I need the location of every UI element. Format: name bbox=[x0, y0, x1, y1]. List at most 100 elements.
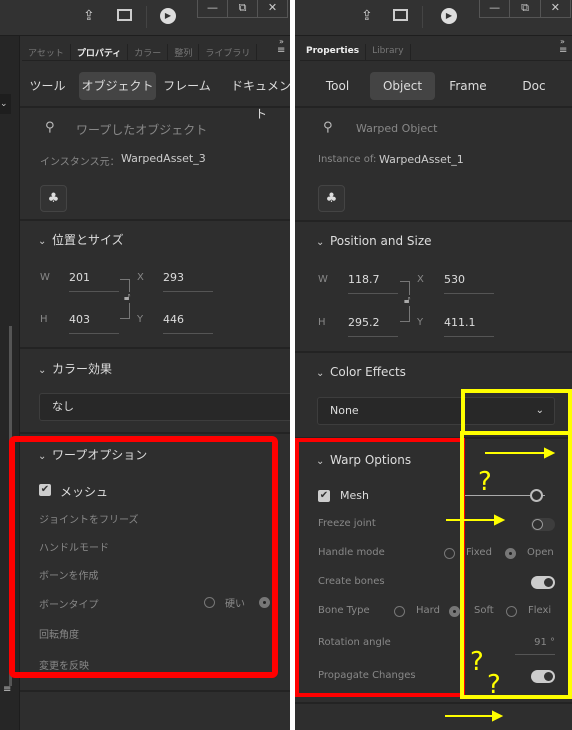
panel-menu-icon[interactable]: ≡ bbox=[277, 45, 285, 56]
restore-button[interactable]: ⧉ bbox=[509, 0, 539, 17]
tab-library[interactable]: ライブラリ bbox=[199, 44, 258, 60]
freeze-joint-toggle[interactable] bbox=[531, 518, 555, 531]
restore-button[interactable]: ⧉ bbox=[227, 0, 257, 17]
create-bones-toggle[interactable] bbox=[531, 576, 555, 589]
section-title: 位置とサイズ bbox=[52, 233, 124, 247]
panel-tabs: アセット プロパティ カラー 整列 ライブラリ bbox=[22, 44, 290, 61]
mesh-checkbox[interactable]: ✔ bbox=[39, 484, 51, 496]
close-button[interactable]: ✕ bbox=[539, 0, 570, 17]
x-label: X bbox=[417, 274, 424, 285]
play-icon[interactable]: ▶ bbox=[160, 8, 176, 24]
tab-assets[interactable]: アセット bbox=[22, 44, 71, 60]
subtab-document[interactable]: ドキュメント bbox=[226, 72, 290, 121]
bone-hard-label: Hard bbox=[416, 605, 440, 616]
color-effects-header[interactable]: ⌄ カラー効果 bbox=[38, 360, 112, 377]
minimize-button[interactable]: — bbox=[198, 0, 227, 17]
x-input[interactable]: 293 bbox=[163, 271, 213, 292]
warped-object-icon: ⚲ bbox=[323, 120, 333, 135]
chevron-down-icon: ⌄ bbox=[38, 451, 47, 462]
divider bbox=[295, 220, 572, 222]
subtab-tool[interactable]: ツール bbox=[25, 72, 70, 100]
lock-icon[interactable]: 🔓︎ bbox=[404, 295, 411, 306]
right-properties-panel-english: ⇪ ▶ — ⧉ ✕ » Properties Library ≡ Tool Ob… bbox=[295, 0, 572, 730]
h-label: H bbox=[40, 314, 48, 325]
propagate-toggle[interactable] bbox=[531, 670, 555, 683]
tab-library[interactable]: Library bbox=[366, 44, 411, 60]
handle-fixed-radio[interactable] bbox=[444, 548, 455, 559]
publish-icon[interactable]: ⇪ bbox=[83, 8, 95, 24]
bone-soft-radio[interactable] bbox=[449, 606, 460, 617]
h-label: H bbox=[318, 317, 326, 328]
chevron-down-icon: ⌄ bbox=[38, 365, 47, 376]
handle-open-label: Open bbox=[527, 547, 554, 558]
subtab-frame[interactable]: Frame bbox=[443, 72, 493, 100]
object-type: ワープしたオブジェクト bbox=[76, 123, 208, 137]
swap-symbol-icon[interactable]: ♣ bbox=[318, 185, 345, 212]
subtab-object[interactable]: オブジェクト bbox=[79, 72, 156, 100]
w-input[interactable]: 201 bbox=[69, 271, 119, 292]
section-title: カラー効果 bbox=[52, 362, 113, 376]
minimize-button[interactable]: — bbox=[480, 0, 509, 17]
swap-symbol-icon[interactable]: ♣ bbox=[40, 185, 67, 212]
handle-mode-label: ハンドルモード bbox=[39, 543, 109, 554]
handle-mode-label: Handle mode bbox=[318, 547, 385, 558]
window-controls: — ⧉ ✕ bbox=[479, 0, 571, 18]
color-effect-dropdown[interactable]: なし bbox=[39, 393, 290, 421]
chevron-down-icon[interactable]: ⌄ bbox=[0, 94, 11, 114]
bone-hard-radio[interactable] bbox=[204, 597, 215, 608]
chevron-down-icon: ⌄ bbox=[316, 368, 325, 379]
warp-options-header[interactable]: ⌄ Warp Options bbox=[316, 453, 411, 467]
color-effect-dropdown[interactable]: None ⌄ bbox=[317, 397, 555, 425]
bone-flexi-radio[interactable] bbox=[506, 606, 517, 617]
subtab-tool[interactable]: Tool bbox=[315, 72, 360, 100]
panel-menu-icon[interactable]: ≡ bbox=[559, 45, 567, 56]
mesh-slider-handle[interactable] bbox=[530, 489, 543, 502]
divider bbox=[20, 219, 290, 221]
instance-value[interactable]: WarpedAsset_3 bbox=[121, 152, 206, 165]
left-strip: ⌄ ≡ bbox=[0, 36, 20, 730]
h-input[interactable]: 295.2 bbox=[348, 316, 398, 337]
position-size-header[interactable]: ⌄ 位置とサイズ bbox=[38, 231, 124, 248]
scrollbar[interactable] bbox=[9, 326, 12, 686]
subtab-object[interactable]: Object bbox=[370, 72, 435, 100]
subtab-frame[interactable]: フレーム bbox=[162, 72, 212, 100]
screen-icon[interactable] bbox=[117, 9, 132, 21]
rotation-angle-input[interactable]: 91 ° bbox=[515, 637, 555, 655]
tab-properties[interactable]: Properties bbox=[300, 44, 367, 60]
subtab-doc[interactable]: Doc bbox=[513, 72, 555, 100]
tab-align[interactable]: 整列 bbox=[168, 44, 200, 60]
instance-value[interactable]: WarpedAsset_1 bbox=[379, 153, 464, 166]
section-title: ワープオプション bbox=[52, 448, 148, 462]
left-properties-panel-japanese: ⇪ ▶ — ⧉ ✕ ⌄ ≡ » アセット プロパティ カラー 整列 ライブラリ … bbox=[0, 0, 290, 730]
x-input[interactable]: 530 bbox=[444, 273, 494, 294]
tab-properties[interactable]: プロパティ bbox=[70, 44, 129, 60]
create-bones-label: ボーンを作成 bbox=[39, 571, 99, 582]
freeze-joint-label: Freeze joint bbox=[318, 518, 376, 529]
bone-hard-label: 硬い bbox=[225, 599, 245, 610]
y-input[interactable]: 446 bbox=[163, 313, 213, 334]
freeze-joint-label: ジョイントをフリーズ bbox=[39, 515, 139, 526]
mesh-checkbox[interactable]: ✔ bbox=[318, 490, 330, 502]
warp-options-header[interactable]: ⌄ ワープオプション bbox=[38, 446, 147, 463]
w-input[interactable]: 118.7 bbox=[348, 273, 398, 294]
rotation-angle-label: 回転角度 bbox=[39, 630, 79, 641]
bone-hard-radio[interactable] bbox=[394, 606, 405, 617]
w-label: W bbox=[40, 272, 50, 283]
position-size-header[interactable]: ⌄ Position and Size bbox=[316, 234, 432, 248]
lock-icon[interactable]: 🔓︎ bbox=[124, 292, 131, 303]
chevron-down-icon: ⌄ bbox=[535, 405, 544, 416]
screen-icon[interactable] bbox=[393, 9, 408, 21]
close-button[interactable]: ✕ bbox=[257, 0, 287, 17]
h-input[interactable]: 403 bbox=[69, 313, 119, 334]
y-input[interactable]: 411.1 bbox=[444, 316, 494, 337]
panel-tabs: Properties Library bbox=[300, 44, 572, 61]
bone-soft-radio[interactable] bbox=[259, 597, 270, 608]
publish-icon[interactable]: ⇪ bbox=[361, 8, 373, 24]
handle-open-radio[interactable] bbox=[505, 548, 516, 559]
divider bbox=[295, 437, 572, 439]
menu-icon[interactable]: ≡ bbox=[3, 684, 11, 695]
play-icon[interactable]: ▶ bbox=[441, 8, 457, 24]
tab-color[interactable]: カラー bbox=[128, 44, 169, 60]
color-effects-header[interactable]: ⌄ Color Effects bbox=[316, 365, 406, 379]
mesh-label: Mesh bbox=[340, 489, 369, 502]
